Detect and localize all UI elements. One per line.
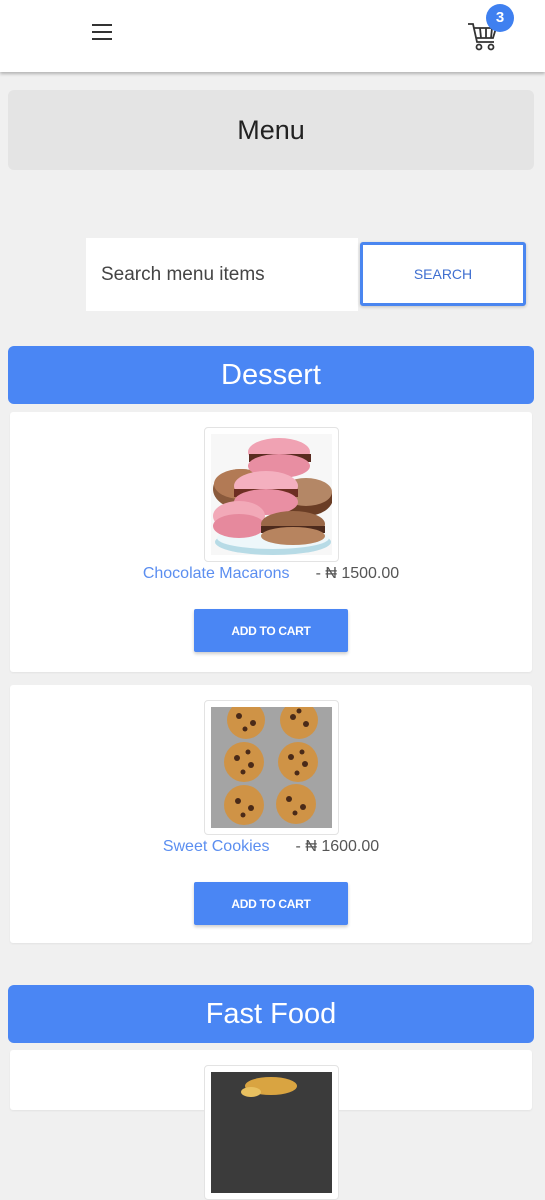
page-title: Menu [8,90,534,170]
item-price: - ₦ 1600.00 [295,838,380,855]
item-name-link[interactable]: Sweet Cookies [163,838,270,855]
category-header-fast-food: Fast Food [8,985,534,1043]
menu-item-card [10,1050,532,1200]
cart-button[interactable]: 3 [466,4,514,56]
item-image-fast-food [204,1065,339,1200]
cart-count-badge: 3 [486,4,514,32]
item-image-cookies [204,700,339,835]
add-to-cart-button[interactable]: ADD TO CART [194,882,348,925]
search-input[interactable] [86,238,358,311]
item-info-line: Chocolate Macarons - ₦ 1500.00 [10,565,532,583]
add-to-cart-button[interactable]: ADD TO CART [194,609,348,652]
item-name-link[interactable]: Chocolate Macarons [143,565,290,582]
category-header-dessert: Dessert [8,346,534,404]
top-app-bar: 3 [0,0,545,72]
item-price: - ₦ 1500.00 [315,565,400,582]
menu-item-card: Sweet Cookies - ₦ 1600.00 ADD TO CART [10,685,532,943]
item-image-macarons [204,427,339,562]
item-info-line: Sweet Cookies - ₦ 1600.00 [10,838,532,856]
search-button[interactable]: SEARCH [360,242,526,306]
menu-item-card: Chocolate Macarons - ₦ 1500.00 ADD TO CAR… [10,412,532,672]
hamburger-menu-icon[interactable] [92,24,112,41]
